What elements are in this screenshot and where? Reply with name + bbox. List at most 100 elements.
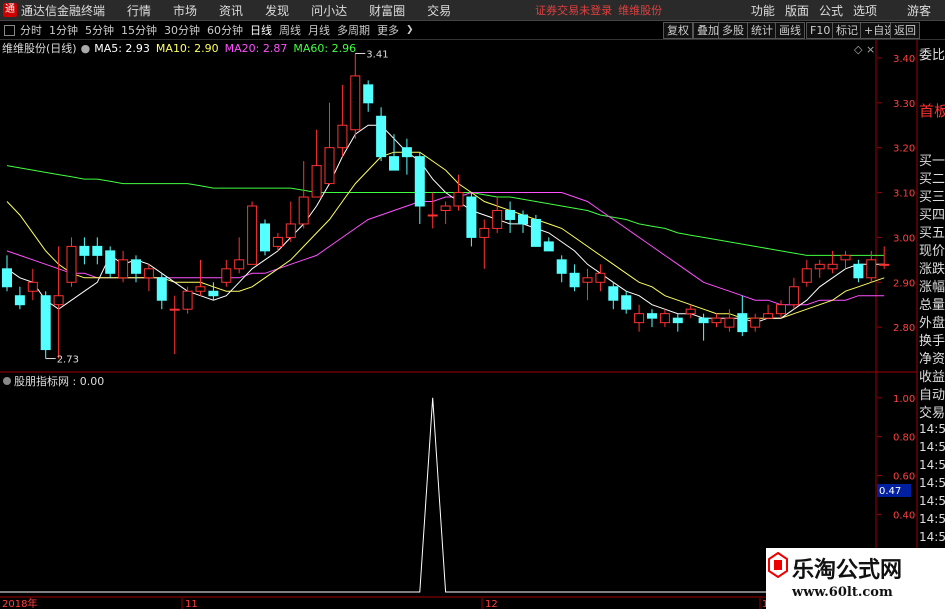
side-panel-item: 14:56 (919, 422, 945, 436)
price-tick-label: 3.10 (893, 189, 915, 200)
side-panel-item: 交易 (919, 406, 945, 421)
candle-body (827, 263, 838, 270)
candle-body (737, 313, 748, 333)
candle-body (247, 205, 258, 265)
candle-body (376, 115, 387, 158)
candle-body (337, 124, 348, 149)
indicator-tick-label: 1.00 (893, 394, 915, 405)
candle-body (569, 272, 580, 288)
candle-body (621, 295, 632, 310)
candle-body (401, 147, 412, 158)
candle-body (105, 250, 116, 274)
ma10-line (6, 151, 885, 319)
candle-body (505, 209, 516, 220)
candle-body (466, 196, 477, 238)
side-panel-item: 外盘 (919, 316, 945, 331)
candle-body (879, 263, 890, 266)
close-icon[interactable]: × (866, 43, 875, 56)
date-label-dec: 12 (485, 599, 498, 609)
candle-body (2, 268, 12, 288)
candle-body (750, 317, 761, 328)
side-panel-item: 买二 (919, 172, 945, 187)
candle-body (414, 156, 425, 207)
annotation-label: 2.73 (57, 355, 79, 366)
side-panel-item: 买三 (919, 190, 945, 205)
candle-body (324, 147, 335, 185)
candle-body (595, 272, 606, 283)
indicator-value-text: 0.47 (879, 486, 901, 497)
candle-body (608, 286, 619, 301)
candle-body (711, 317, 722, 324)
watermark-logo-icon (768, 552, 788, 578)
side-panel-item: 换手 (919, 334, 945, 349)
candles (2, 53, 890, 359)
indicator-pane (0, 397, 870, 593)
candle-body (169, 308, 180, 311)
candle-body (234, 259, 245, 270)
annotation-label: 3.41 (366, 49, 388, 60)
candle-body (182, 290, 193, 310)
candle-body (518, 214, 528, 225)
side-panel-item: 买一 (919, 154, 945, 169)
side-panel-item: 涨跌 (919, 262, 945, 277)
candle-body (66, 245, 77, 283)
price-tick-label: 3.20 (893, 144, 915, 155)
candle-body (492, 209, 503, 229)
price-tick-label: 3.30 (893, 99, 915, 110)
candle-body (285, 223, 296, 238)
candle-body (40, 295, 51, 351)
price-annotations: 3.41 2.73 (45, 49, 389, 366)
candle-body (363, 84, 374, 104)
candle-body (647, 313, 657, 319)
price-axis-ticks: 2.80 2.90 3.00 3.10 3.20 3.30 3.40 (893, 54, 915, 334)
candle-body (131, 259, 141, 274)
date-label-nov: 11 (185, 599, 198, 609)
price-grid (877, 57, 882, 328)
watermark-title: 乐淘公式网 (792, 557, 903, 583)
date-label-year: 2018年 (2, 597, 37, 609)
side-panel-item: 首板 (919, 102, 945, 120)
side-panel-item: 14:56 (919, 494, 945, 508)
candle-body (14, 295, 25, 306)
indicator-tick-label: 0.60 (893, 471, 915, 482)
side-panel-item: 委比 (919, 48, 945, 63)
side-panel-item: 净资 (919, 352, 945, 367)
candle-body (221, 268, 232, 283)
candle-body (389, 156, 399, 171)
side-panel-item: 收益 (919, 370, 945, 385)
side-panel-item: 14:56 (919, 476, 945, 490)
candle-body (440, 205, 451, 211)
candle-body (156, 277, 167, 301)
indicator-tick-label: 0.40 (893, 510, 915, 521)
candle-body (582, 277, 593, 283)
side-panel-item: 总量 (919, 298, 945, 313)
indicator-tick-label: 0.80 (893, 433, 915, 444)
price-tick-label: 3.40 (893, 54, 915, 65)
side-panel-item: 14:56 (919, 512, 945, 526)
candle-body (659, 313, 670, 324)
indicator-settings-icon[interactable] (3, 377, 11, 385)
candle-body (208, 290, 219, 297)
expand-icon[interactable]: ◇ (854, 43, 863, 56)
candle-body (53, 295, 64, 306)
side-panel-item: 自动 (919, 388, 945, 403)
candle-body (698, 317, 709, 324)
price-tick-label: 3.00 (893, 233, 915, 244)
candle-body (311, 165, 322, 198)
candle-body (776, 304, 786, 315)
side-panel-item: 14:56 (919, 458, 945, 472)
candle-body (195, 286, 206, 292)
price-tick-label: 2.90 (893, 278, 915, 289)
candle-body (453, 192, 464, 207)
candle-body (801, 268, 812, 283)
indicator-line (0, 397, 870, 593)
candle-body (530, 218, 541, 247)
kline-chart[interactable]: 2.80 2.90 3.00 3.10 3.20 3.30 3.40 3.41 2.73 0.… (0, 0, 945, 609)
side-panel-item: 涨幅 (919, 280, 945, 295)
candle-body (543, 241, 554, 252)
candle-body (260, 223, 270, 252)
side-panel-item: 买四 (919, 208, 945, 223)
side-panel-item: 14:56 (919, 440, 945, 454)
candle-body (27, 281, 38, 292)
candle-body (350, 75, 361, 131)
